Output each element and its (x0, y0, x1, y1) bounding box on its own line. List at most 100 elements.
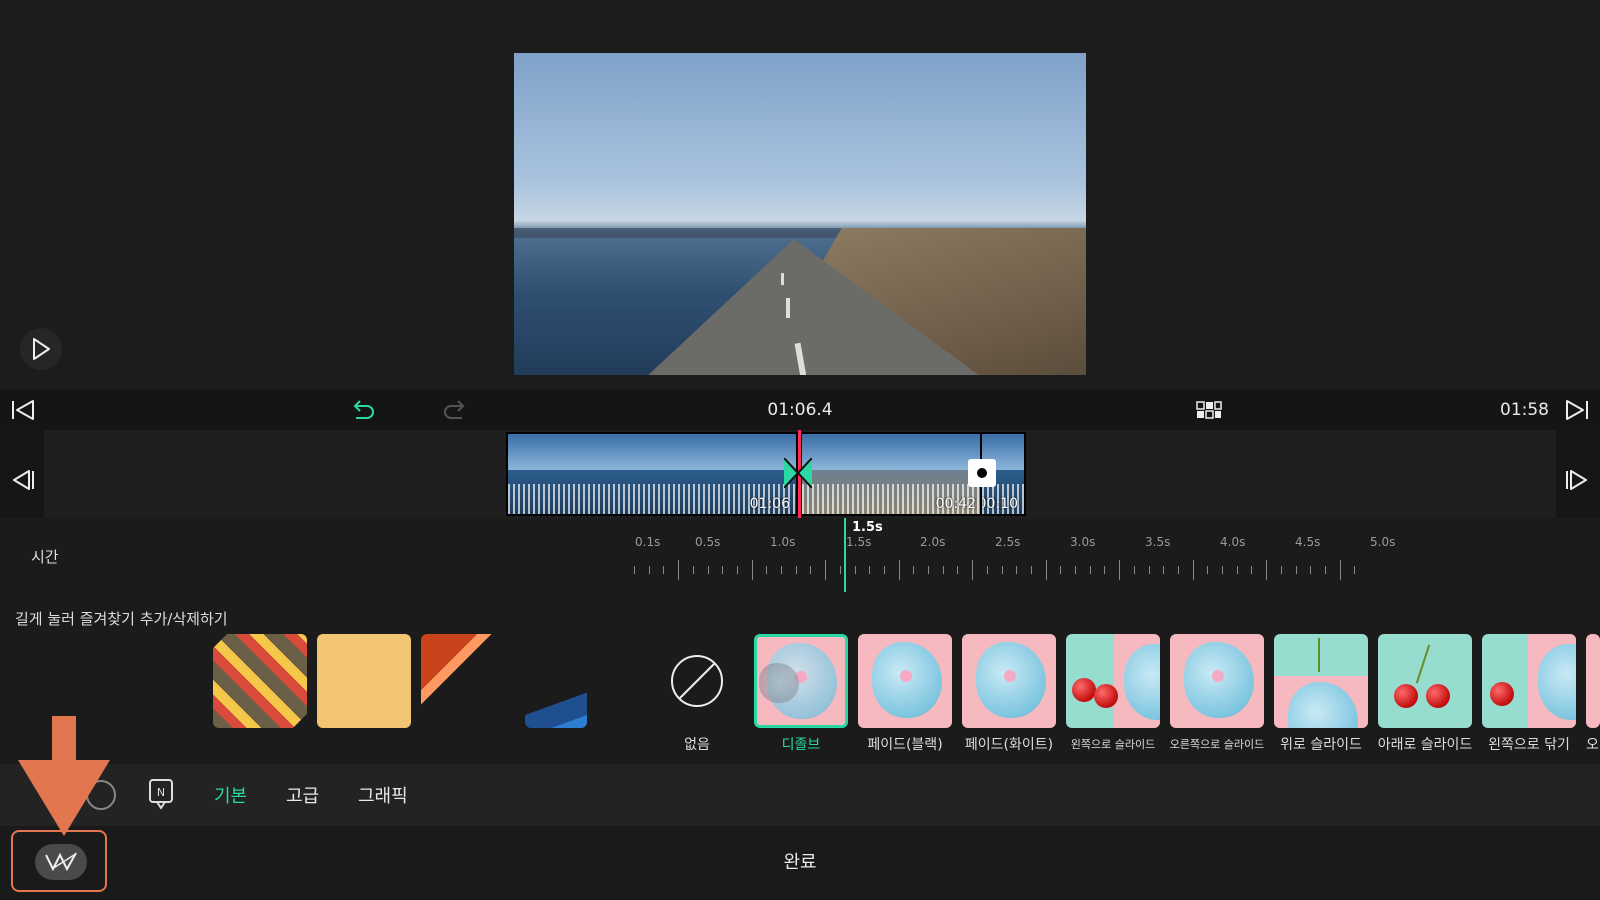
ruler-tick (942, 566, 944, 574)
ruler-tick (1060, 566, 1062, 574)
favorite-transition-stripes[interactable] (213, 634, 307, 728)
ruler-tick (1119, 560, 1121, 580)
clip-duration: 01:06 (749, 496, 790, 512)
play-button[interactable] (20, 328, 62, 370)
duration-ruler[interactable]: 시간 0.1s 0.5s 1.0s 1.5s 2.0s 2.5s 3.0s 3.… (0, 518, 1600, 598)
ruler-tick (795, 566, 797, 574)
keyframe-marker-icon[interactable] (968, 459, 996, 487)
video-editor: 01:06.4 01:58 01:06 00:42 00:10 시간 0.1s … (0, 0, 1600, 900)
annotation-arrow-icon (18, 716, 110, 836)
total-duration: 01:58 (1500, 400, 1549, 420)
ruler-tick (1339, 560, 1341, 580)
ruler-tick (1236, 566, 1238, 574)
timeline-clip[interactable]: 00:42 (800, 432, 984, 516)
transition-dissolve[interactable] (754, 634, 848, 728)
none-icon (671, 655, 723, 707)
transition-label: 왼쪽으로 슬라이드 (1070, 738, 1156, 751)
duration-marker[interactable] (844, 518, 846, 592)
ruler-tick (1354, 566, 1356, 574)
favorites-hint: 길게 눌러 즐겨찾기 추가/삭제하기 (15, 610, 228, 628)
tick-label: 4.5s (1295, 535, 1321, 549)
undo-button[interactable] (348, 390, 378, 430)
transition-slide-up[interactable] (1274, 634, 1368, 728)
redo-icon (444, 400, 465, 419)
play-icon (33, 338, 50, 360)
ruler-tick (883, 566, 885, 574)
done-button[interactable]: 완료 (770, 848, 830, 874)
transition-label: 페이드(화이트) (964, 737, 1054, 753)
toolbar: 01:06.4 01:58 (0, 390, 1600, 430)
category-tabs: N 기본 고급 그래픽 (0, 764, 1600, 826)
tick-label: 3.5s (1145, 535, 1171, 549)
tick-label: 1.5s (846, 535, 872, 549)
ruler-tick (1192, 560, 1194, 580)
ruler-tick (957, 566, 959, 574)
ruler-tick (928, 566, 929, 574)
skip-to-end-button[interactable] (1562, 390, 1592, 430)
preview-area (0, 0, 1600, 390)
transition-slide-right[interactable] (1170, 634, 1264, 728)
skip-to-start-button[interactable] (8, 390, 38, 430)
ruler-tick (751, 560, 753, 580)
transition-none[interactable] (650, 634, 744, 728)
tab-graphic[interactable]: 그래픽 (358, 782, 408, 808)
favorite-transition-yellow[interactable] (317, 634, 411, 728)
transition-label: 페이드(블랙) (867, 737, 943, 753)
tab-basic[interactable]: 기본 (214, 782, 247, 808)
redo-button[interactable] (440, 390, 470, 430)
video-preview (514, 53, 1086, 375)
transition-wipe-left[interactable] (1482, 634, 1576, 728)
transition-slide-left[interactable] (1066, 634, 1160, 728)
app-logo-icon (35, 844, 87, 880)
skip-end-icon (1566, 400, 1588, 420)
transition-marker-icon[interactable] (784, 458, 812, 488)
ruler-tick (1016, 566, 1018, 574)
clip-duration: 00:42 (935, 496, 976, 512)
tick-label: 2.5s (995, 535, 1021, 549)
ruler-tick (1030, 566, 1032, 574)
transition-label: 없음 (684, 737, 710, 753)
previous-clip-button[interactable] (4, 460, 44, 500)
ruler-tick (839, 566, 841, 574)
ruler-tick (1045, 560, 1047, 580)
transition-slide-down[interactable] (1378, 634, 1472, 728)
road (644, 239, 984, 375)
transition-label: 아래로 슬라이드 (1377, 737, 1473, 753)
duration-label: 시간 (31, 548, 59, 566)
ruler-tick (1295, 566, 1297, 574)
ruler-tick (1251, 566, 1253, 574)
transition-partial[interactable] (1586, 634, 1600, 728)
prev-frame-icon (13, 470, 34, 490)
duration-value: 1.5s (852, 520, 883, 535)
transition-label: 위로 슬라이드 (1280, 737, 1362, 753)
tick-label: 0.5s (695, 535, 721, 549)
tick-label: 3.0s (1070, 535, 1096, 549)
tick-label: 4.0s (1220, 535, 1246, 549)
transition-fade-white[interactable] (962, 634, 1056, 728)
ruler-tick (1148, 566, 1150, 574)
ruler-tick (1001, 566, 1003, 574)
timeline-clip[interactable]: 01:06 (506, 432, 798, 516)
ruler-tick (1104, 566, 1106, 574)
ruler-tick (736, 566, 738, 574)
ruler-tick (722, 566, 724, 574)
tab-advanced[interactable]: 고급 (286, 782, 319, 808)
svg-text:N: N (157, 786, 165, 799)
grid-view-button[interactable] (1194, 390, 1224, 430)
next-clip-button[interactable] (1556, 460, 1596, 500)
ruler-tick (1266, 560, 1268, 580)
ruler-tick (634, 566, 635, 574)
ruler-tick (1222, 566, 1223, 574)
favorite-transition-orange[interactable] (421, 634, 492, 705)
ruler-tick (1280, 566, 1282, 574)
ruler-tick (1207, 566, 1209, 574)
ruler-tick (898, 560, 900, 580)
app-logo-highlight[interactable] (11, 830, 107, 892)
transition-label: 오 (1586, 737, 1599, 753)
ruler-tick (1163, 566, 1165, 574)
favorite-transition-blue[interactable] (525, 686, 587, 728)
tick-label: 2.0s (920, 535, 946, 549)
transition-fade-black[interactable] (858, 634, 952, 728)
new-badge-icon[interactable]: N (148, 778, 174, 810)
ruler-tick (678, 560, 680, 580)
